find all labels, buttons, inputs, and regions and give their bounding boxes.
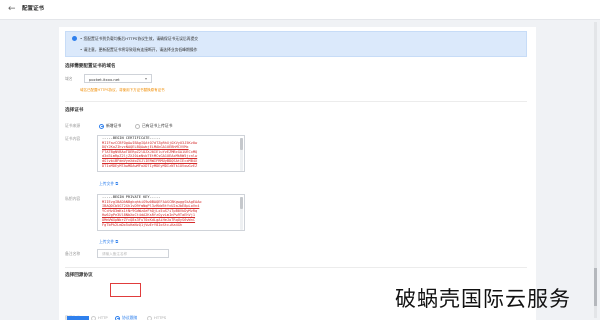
textarea-scrollbar[interactable] (240, 197, 243, 209)
radio-unchecked-icon (135, 123, 140, 129)
textarea-line: FgTbPk2LmDx5uHaNzQ1jVwErY8IoStc+Ka4Gh (102, 222, 183, 227)
divider-2 (65, 267, 527, 268)
cert-section-title: 选择证书 (65, 108, 84, 113)
textarea-scrollbar[interactable] (240, 138, 243, 150)
domain-warning: 域名已配置HTTPS协议，将使用下方证书替换原有证书 (80, 88, 165, 92)
protocol-option-https[interactable]: HTTPS (147, 315, 166, 320)
private-key-textarea[interactable]: -----BEGIN PRIVATE KEY----- MIIEvgIBADANB… (97, 194, 245, 231)
remark-placeholder: 请输入备注名称 (102, 251, 128, 256)
upload-cert-link[interactable]: 上传文件 ⧉ (99, 181, 118, 186)
protocol-option-follow-label: 协议跟随 (122, 315, 138, 320)
protocol-option-http-label: HTTP (98, 315, 108, 320)
radio-unchecked-icon (147, 315, 152, 320)
cert-source-option-new-label: 新增证书 (106, 123, 122, 128)
cert-source-label: 证书来源 (65, 123, 81, 128)
cert-content-textarea[interactable]: -----BEGIN CERTIFICATE----- MIIFazCCBFOgA… (97, 135, 245, 172)
page-scrollbar-thumb[interactable] (594, 268, 597, 306)
radio-unchecked-icon (91, 315, 96, 320)
domain-select[interactable]: pocket.itxxx.net ▾ (84, 74, 152, 83)
remark-label: 备注名称 (65, 251, 81, 256)
radio-checked-icon (115, 315, 120, 320)
watermark: 破蜗壳国际云服务 (395, 287, 571, 311)
cert-source-option-new[interactable]: 新增证书 (99, 123, 121, 129)
chevron-down-icon: ▾ (144, 76, 147, 81)
back-arrow-icon[interactable]: ← (8, 4, 16, 14)
info-notice: • 您配置证书到负载均衡后HTTPS协议生效，请确保证书无误后再提交 • 请注意… (65, 31, 527, 57)
domain-section-title: 选择需要配置证书的域名 (65, 64, 116, 69)
config-card: • 您配置证书到负载均衡后HTTPS协议生效，请确保证书无误后再提交 • 请注意… (59, 27, 536, 320)
submit-button[interactable] (67, 316, 89, 320)
textarea-line: DTIxMDEyMTAwMDAwMFoXDTIyMDEyMDIzNTk1OVow… (102, 163, 198, 168)
notice-line-2: • 请注意，更新配置证书将导致现有连接断开，请选择业务低峰期操作 (80, 47, 198, 52)
notice-line-1: • 您配置证书到负载均衡后HTTPS协议生效，请确保证书无误后再提交 (80, 36, 199, 41)
top-bar: ← 配置证书 (0, 0, 600, 20)
page-title: 配置证书 (22, 6, 45, 12)
radio-checked-icon (99, 123, 104, 129)
private-key-label: 私钥内容 (65, 196, 81, 201)
highlight-box (110, 283, 141, 297)
remark-input[interactable]: 请输入备注名称 (97, 249, 169, 258)
divider-1 (65, 101, 527, 102)
cert-source-option-existing-label: 已有证书上传证书 (142, 123, 173, 128)
domain-label: 域名 (65, 76, 73, 81)
protocol-option-follow[interactable]: 协议跟随 (115, 315, 137, 320)
protocol-option-http[interactable]: HTTP (91, 315, 108, 320)
page-scrollbar[interactable] (594, 22, 597, 318)
cert-source-option-existing[interactable]: 已有证书上传证书 (135, 123, 172, 129)
info-icon (72, 36, 77, 41)
domain-select-value: pocket.itxxx.net (89, 76, 120, 82)
protocol-option-https-label: HTTPS (154, 315, 167, 320)
upload-key-link[interactable]: 上传文件 ⧉ (99, 239, 118, 244)
protocol-section-title: 选择回源协议 (65, 273, 93, 278)
cert-content-label: 证书内容 (65, 136, 81, 141)
